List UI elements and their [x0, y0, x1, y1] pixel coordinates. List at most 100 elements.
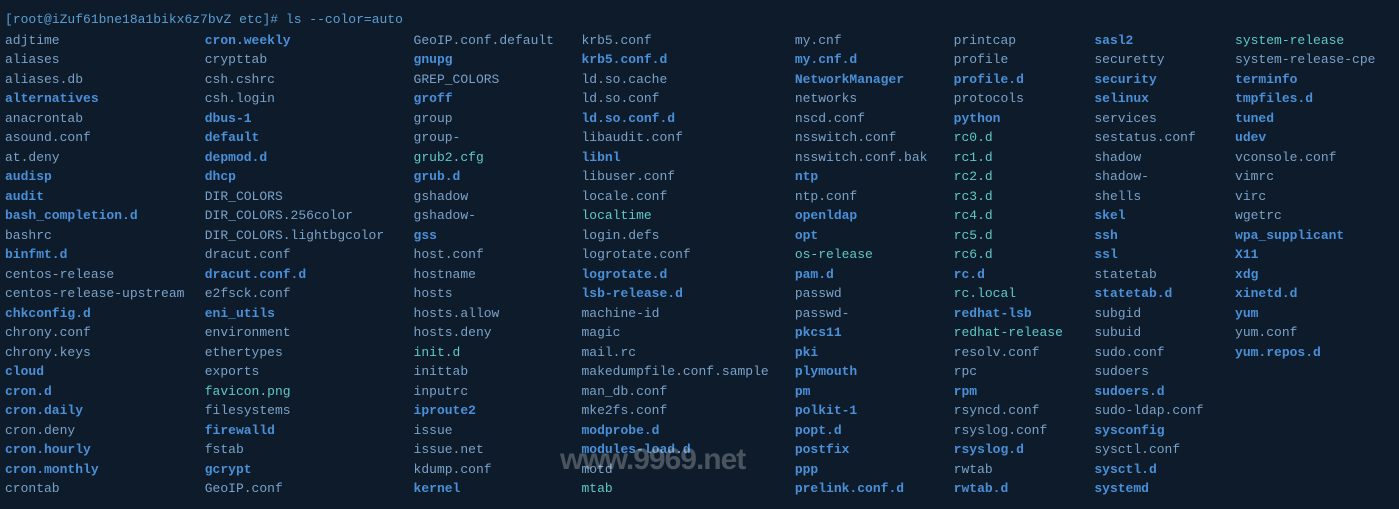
ls-entry: statetab.d: [1094, 284, 1217, 304]
ls-entry: ssh: [1094, 226, 1217, 246]
ls-entry: xdg: [1235, 265, 1394, 285]
ls-entry: rsyncd.conf: [954, 401, 1077, 421]
ls-entry: hosts.allow: [414, 304, 564, 324]
ls-entry: system-release-cpe: [1235, 50, 1394, 70]
ls-entry: groff: [414, 89, 564, 109]
ls-entry: yum.conf: [1235, 323, 1394, 343]
ls-entry: grub.d: [414, 167, 564, 187]
ls-entry: sasl2: [1094, 31, 1217, 51]
prompt-cwd: etc: [239, 12, 262, 27]
ls-entry: subuid: [1094, 323, 1217, 343]
ls-entry: machine-id: [581, 304, 776, 324]
ls-entry: openldap: [795, 206, 936, 226]
ls-entry: statetab: [1094, 265, 1217, 285]
ls-entry: sysconfig: [1094, 421, 1217, 441]
ls-entry: lsb-release.d: [581, 284, 776, 304]
ls-entry: profile.d: [954, 70, 1077, 90]
ls-entry: sysctl.conf: [1094, 440, 1217, 460]
ls-entry: rc0.d: [954, 128, 1077, 148]
ls-entry: rsyslog.d: [954, 440, 1077, 460]
ls-entry: exports: [205, 362, 396, 382]
ls-entry: logrotate.d: [581, 265, 776, 285]
ls-entry: subgid: [1094, 304, 1217, 324]
ls-entry: libuser.conf: [581, 167, 776, 187]
ls-column: system-releasesystem-release-cpeterminfo…: [1235, 31, 1394, 363]
ls-entry: rpm: [954, 382, 1077, 402]
ls-entry: cron.d: [5, 382, 187, 402]
ls-entry: sudoers.d: [1094, 382, 1217, 402]
ls-entry: centos-release-upstream: [5, 284, 187, 304]
ls-entry: rpc: [954, 362, 1077, 382]
ls-entry: crypttab: [205, 50, 396, 70]
ls-column: cron.weeklycrypttabcsh.cshrccsh.logindbu…: [205, 31, 396, 499]
ls-entry: passwd-: [795, 304, 936, 324]
ls-entry: eni_utils: [205, 304, 396, 324]
ls-column: GeoIP.conf.defaultgnupgGREP_COLORSgroffg…: [414, 31, 564, 499]
ls-entry: binfmt.d: [5, 245, 187, 265]
prompt-bracket-close: ]#: [262, 12, 278, 27]
ls-entry: iproute2: [414, 401, 564, 421]
ls-entry: python: [954, 109, 1077, 129]
ls-entry: cron.deny: [5, 421, 187, 441]
ls-entry: systemd: [1094, 479, 1217, 499]
ls-entry: chkconfig.d: [5, 304, 187, 324]
ls-entry: chrony.keys: [5, 343, 187, 363]
prompt-command: ls --color=auto: [286, 12, 403, 27]
ls-entry: shells: [1094, 187, 1217, 207]
ls-entry: redhat-release: [954, 323, 1077, 343]
ls-entry: ethertypes: [205, 343, 396, 363]
ls-entry: bashrc: [5, 226, 187, 246]
ls-entry: inittab: [414, 362, 564, 382]
ls-entry: selinux: [1094, 89, 1217, 109]
ls-entry: modules-load.d: [581, 440, 776, 460]
ls-entry: cron.monthly: [5, 460, 187, 480]
ls-entry: DIR_COLORS.lightbgcolor: [205, 226, 396, 246]
ls-entry: nscd.conf: [795, 109, 936, 129]
ls-entry: pm: [795, 382, 936, 402]
ls-entry: ld.so.cache: [581, 70, 776, 90]
ls-entry: plymouth: [795, 362, 936, 382]
ls-entry: ssl: [1094, 245, 1217, 265]
ls-entry: issue.net: [414, 440, 564, 460]
ls-entry: man_db.conf: [581, 382, 776, 402]
ls-column: adjtimealiasesaliases.dbalternativesanac…: [5, 31, 187, 499]
ls-entry: environment: [205, 323, 396, 343]
ls-entry: group-: [414, 128, 564, 148]
ls-entry: cloud: [5, 362, 187, 382]
ls-entry: postfix: [795, 440, 936, 460]
ls-entry: xinetd.d: [1235, 284, 1394, 304]
ls-entry: rc1.d: [954, 148, 1077, 168]
ls-entry: alternatives: [5, 89, 187, 109]
ls-entry: sudo-ldap.conf: [1094, 401, 1217, 421]
ls-entry: my.cnf: [795, 31, 936, 51]
ls-entry: depmod.d: [205, 148, 396, 168]
ls-entry: cron.daily: [5, 401, 187, 421]
ls-entry: GeoIP.conf: [205, 479, 396, 499]
ls-entry: audit: [5, 187, 187, 207]
ls-entry: aliases.db: [5, 70, 187, 90]
ls-entry: sysctl.d: [1094, 460, 1217, 480]
ls-column: sasl2securettysecurityselinuxservicesses…: [1094, 31, 1217, 499]
ls-entry: shadow-: [1094, 167, 1217, 187]
ls-entry: sudoers: [1094, 362, 1217, 382]
ls-entry: wpa_supplicant: [1235, 226, 1394, 246]
ls-entry: nsswitch.conf: [795, 128, 936, 148]
ls-entry: dhcp: [205, 167, 396, 187]
ls-entry: gshadow-: [414, 206, 564, 226]
ls-entry: krb5.conf.d: [581, 50, 776, 70]
ls-entry: rc2.d: [954, 167, 1077, 187]
ls-entry: services: [1094, 109, 1217, 129]
ls-entry: sudo.conf: [1094, 343, 1217, 363]
ls-entry: rc5.d: [954, 226, 1077, 246]
ls-output-columns: adjtimealiasesaliases.dbalternativesanac…: [5, 31, 1394, 499]
ls-entry: rc3.d: [954, 187, 1077, 207]
ls-entry: dbus-1: [205, 109, 396, 129]
ls-entry: wgetrc: [1235, 206, 1394, 226]
ls-entry: localtime: [581, 206, 776, 226]
ls-column: printcapprofileprofile.dprotocolspythonr…: [954, 31, 1077, 499]
ls-entry: inputrc: [414, 382, 564, 402]
ls-entry: gnupg: [414, 50, 564, 70]
ls-entry: makedumpfile.conf.sample: [581, 362, 776, 382]
ls-entry: motd: [581, 460, 776, 480]
ls-entry: logrotate.conf: [581, 245, 776, 265]
